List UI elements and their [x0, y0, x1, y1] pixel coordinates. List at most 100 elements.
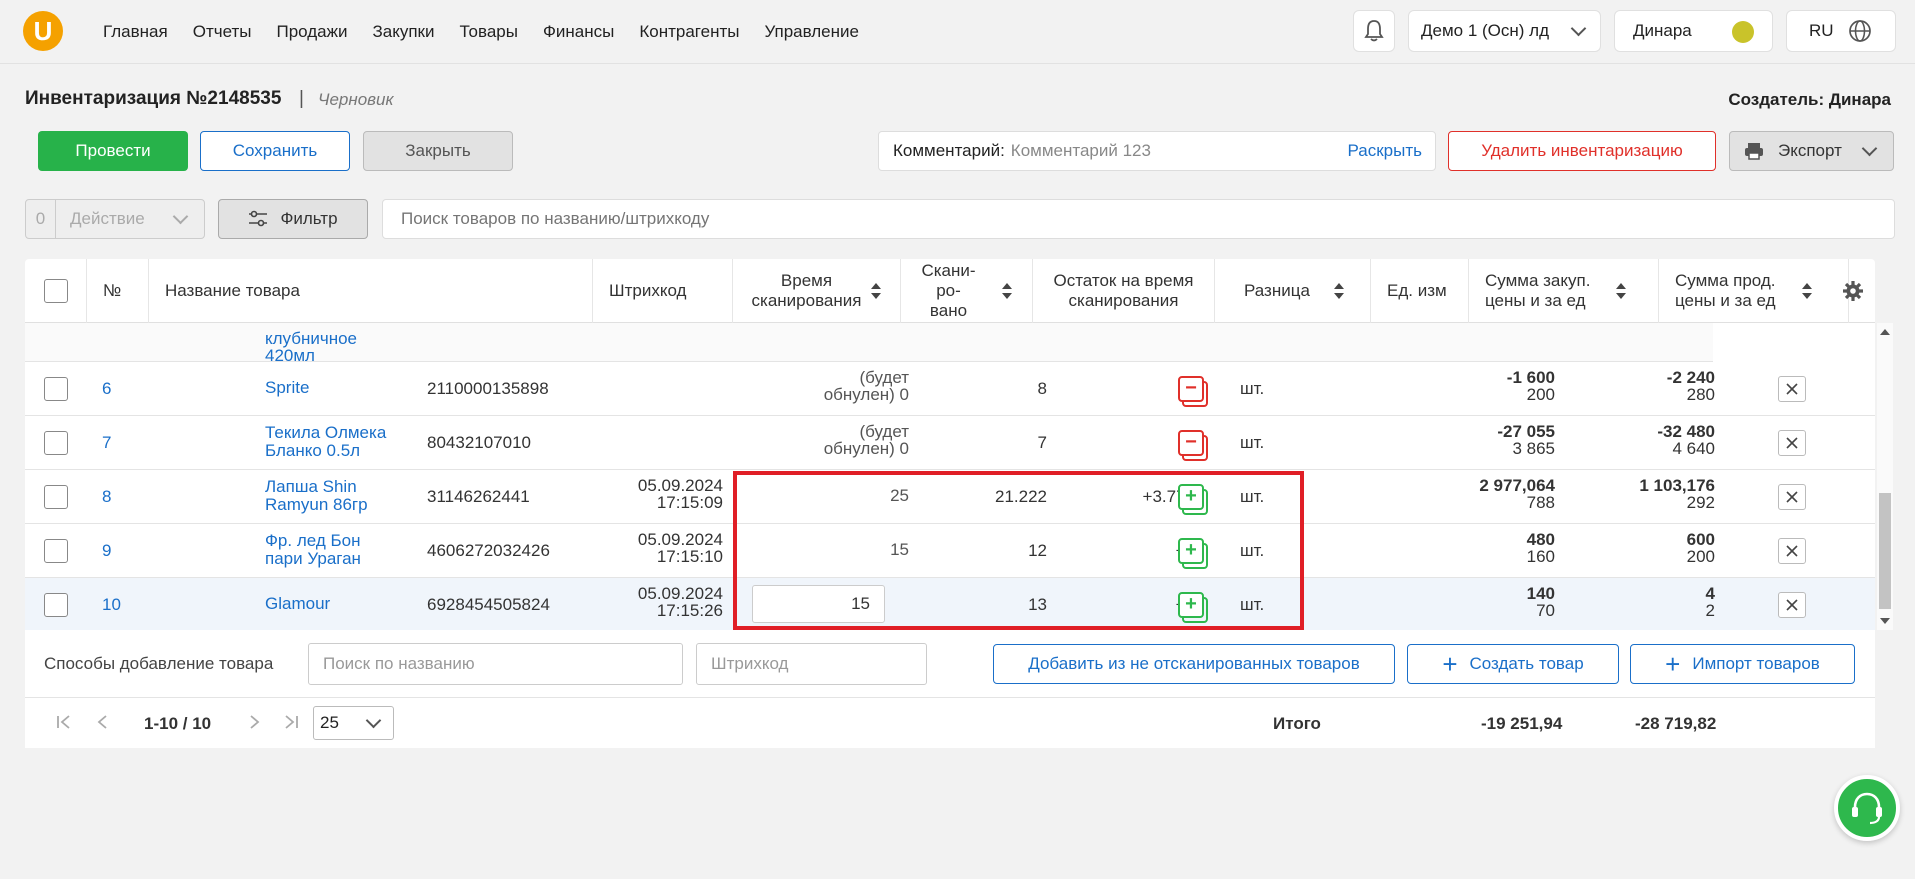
row-checkbox[interactable] [44, 539, 68, 563]
purchase-total: 480 [1526, 530, 1555, 549]
col-diff[interactable]: Разница [1215, 259, 1371, 323]
row-checkbox[interactable] [44, 485, 68, 509]
sale-total: -2 240 [1666, 368, 1715, 387]
nav-item-home[interactable]: Главная [103, 22, 168, 42]
row-number[interactable]: 7 [102, 433, 111, 453]
status-badge: Черновик [318, 90, 394, 109]
col-purchase-sum[interactable]: Сумма закуп. цены и за ед [1469, 259, 1659, 323]
product-name-link[interactable]: Sprite [265, 379, 309, 397]
notifications-button[interactable] [1353, 10, 1395, 52]
col-name[interactable]: Название товара [149, 259, 593, 323]
conduct-button[interactable]: Провести [38, 131, 188, 171]
plus-icon: + [1665, 649, 1681, 679]
sort-icon[interactable] [1333, 283, 1344, 299]
col-scanned[interactable]: Скани-ро-вано [901, 259, 1033, 323]
table-scrollbar[interactable] [1877, 323, 1893, 630]
sort-icon[interactable] [1801, 283, 1812, 299]
product-search-input[interactable] [382, 199, 1895, 239]
comment-value[interactable]: Комментарий 123 [1011, 141, 1348, 161]
add-by-barcode-input[interactable]: Штрихкод [696, 643, 927, 685]
product-name-line1: Sprite [265, 378, 310, 397]
row-checkbox[interactable] [44, 593, 68, 617]
filter-button[interactable]: Фильтр [218, 199, 368, 239]
add-products-bar: Способы добавление товара Поиск по назва… [25, 630, 1875, 698]
scanned-qty-input[interactable]: 15 [752, 585, 885, 623]
nav-item-finance[interactable]: Финансы [543, 22, 614, 42]
last-page-icon[interactable] [283, 714, 299, 730]
col-stock[interactable]: Остаток на время сканирования [1033, 259, 1215, 323]
logo[interactable]: U [23, 11, 63, 51]
col-sale-sum[interactable]: Сумма прод. цены и за ед [1659, 259, 1849, 323]
minus-icon[interactable]: − [1178, 376, 1204, 402]
product-name-link[interactable]: Glamour [265, 595, 330, 613]
minus-icon[interactable]: − [1178, 430, 1204, 456]
col-unit[interactable]: Ед. изм [1371, 259, 1469, 323]
product-name-link[interactable]: Текила Олмека Бланко 0.5л [265, 424, 386, 460]
scan-clock: 17:15:09 [656, 493, 723, 512]
row-number[interactable]: 8 [102, 487, 111, 507]
nav-item-goods[interactable]: Товары [459, 22, 517, 42]
prev-page-icon[interactable] [96, 714, 108, 730]
comment-field[interactable]: Комментарий: Комментарий 123 Раскрыть [878, 131, 1436, 171]
col-barcode[interactable]: Штрихкод [593, 259, 733, 323]
add-methods-label: Способы добавление товара [44, 654, 274, 673]
sale-unit: 280 [1686, 385, 1715, 404]
scanned-qty-line1: (будет [859, 422, 909, 441]
scanned-qty: (будет обнулен) 0 [749, 423, 909, 457]
row-number[interactable]: 9 [102, 541, 111, 561]
remove-row-button[interactable] [1778, 430, 1806, 456]
col-scan-time[interactable]: Время сканирования [733, 259, 901, 323]
nav-item-contractors[interactable]: Контрагенты [639, 22, 739, 42]
table-row[interactable]: 7 Текила Олмека Бланко 0.5л 80432107010 … [25, 416, 1875, 470]
product-name-link[interactable]: Лапша Shin Ramyun 86гр [265, 478, 368, 514]
sort-icon[interactable] [1616, 283, 1627, 299]
add-by-name-input[interactable]: Поиск по названию [308, 643, 683, 685]
create-product-button[interactable]: + Создать товар [1407, 644, 1619, 684]
organization-select[interactable]: Демо 1 (Осн) лд [1408, 10, 1601, 52]
add-unscanned-button[interactable]: Добавить из не отсканированных товаров [993, 644, 1395, 684]
sale-sum: 4 2 [1565, 585, 1715, 619]
page-size-select[interactable]: 25 [313, 706, 394, 740]
nav-item-reports[interactable]: Отчеты [193, 22, 252, 42]
remove-row-button[interactable] [1778, 484, 1806, 510]
purchase-unit: 200 [1526, 385, 1555, 404]
row-checkbox[interactable] [44, 377, 68, 401]
scroll-down-icon[interactable] [1880, 618, 1890, 624]
sale-sum: 1 103,176 292 [1565, 477, 1715, 511]
expand-comment-link[interactable]: Раскрыть [1348, 141, 1422, 161]
scroll-up-icon[interactable] [1880, 329, 1890, 335]
sale-unit: 2 [1705, 601, 1715, 620]
close-button[interactable]: Закрыть [363, 131, 513, 171]
remove-row-button[interactable] [1778, 538, 1806, 564]
next-page-icon[interactable] [249, 714, 261, 730]
import-products-button[interactable]: + Импорт товаров [1630, 644, 1855, 684]
nav-item-sales[interactable]: Продажи [276, 22, 347, 42]
scrollbar-thumb[interactable] [1879, 493, 1891, 609]
nav-item-management[interactable]: Управление [764, 22, 859, 42]
support-chat-button[interactable] [1834, 775, 1900, 841]
delete-inventory-button[interactable]: Удалить инвентаризацию [1448, 131, 1716, 171]
top-navbar: U Главная Отчеты Продажи Закупки Товары … [0, 0, 1915, 64]
user-menu[interactable]: Динара [1614, 10, 1773, 52]
product-name-link[interactable]: Фр. лед Бон пари Ураган [265, 532, 361, 568]
remove-row-button[interactable] [1778, 592, 1806, 618]
bulk-action-select[interactable]: 0 Действие [25, 199, 205, 239]
sort-icon[interactable] [871, 283, 882, 299]
first-page-icon[interactable] [56, 714, 72, 730]
remove-row-button[interactable] [1778, 376, 1806, 402]
row-number[interactable]: 6 [102, 379, 111, 399]
col-purchase-line1: Сумма закуп. [1485, 271, 1591, 290]
table-row[interactable]: 6 Sprite 2110000135898 (будет обнулен) 0… [25, 362, 1875, 416]
product-name-line1: Фр. лед Бон [265, 531, 361, 550]
col-num[interactable]: № [87, 259, 149, 323]
language-select[interactable]: RU [1786, 10, 1896, 52]
product-name-link[interactable]: клубничное 420мл [265, 330, 357, 364]
nav-item-purchases[interactable]: Закупки [372, 22, 434, 42]
save-button[interactable]: Сохранить [200, 131, 350, 171]
sort-icon[interactable] [1001, 283, 1012, 299]
row-checkbox[interactable] [44, 431, 68, 455]
row-number[interactable]: 10 [102, 595, 121, 615]
export-button[interactable]: Экспорт [1729, 131, 1894, 171]
gear-icon[interactable] [1842, 280, 1864, 302]
select-all-checkbox[interactable] [43, 279, 68, 303]
